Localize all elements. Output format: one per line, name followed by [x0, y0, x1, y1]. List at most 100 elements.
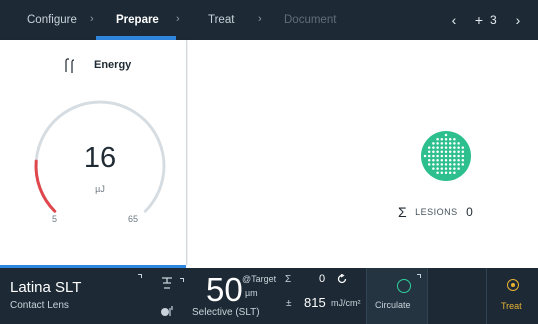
- pattern-spot: [432, 150, 435, 154]
- pattern-spot: [440, 171, 444, 175]
- spot-size-value: 50: [206, 271, 243, 308]
- pattern-spot: [448, 146, 452, 149]
- pattern-spot: [448, 150, 452, 154]
- lens-name: Latina SLT: [10, 279, 82, 296]
- energy-max: 65: [128, 214, 139, 224]
- target-icon: [507, 279, 519, 291]
- pattern-spot: [457, 142, 460, 145]
- lens-subtitle: Contact Lens: [10, 300, 69, 311]
- energy-gauge-icon: [65, 58, 75, 73]
- pattern-spot: [448, 158, 452, 162]
- pattern-spot: [453, 142, 456, 145]
- pattern-spot: [444, 150, 448, 154]
- pattern-spot: [461, 146, 465, 149]
- reset-icon[interactable]: [337, 274, 347, 284]
- corner-icon: [417, 274, 421, 278]
- pattern-spot: [440, 154, 444, 158]
- pattern-spot: [448, 142, 452, 145]
- pattern-spot: [457, 167, 460, 170]
- pattern-spot: [432, 146, 435, 149]
- lens-selector[interactable]: Latina SLT Contact Lens: [0, 268, 150, 324]
- pattern-spot: [440, 137, 444, 141]
- sigma-icon: Σ: [398, 203, 407, 220]
- spot-size-icon[interactable]: [160, 276, 174, 290]
- pattern-spot: [448, 137, 452, 141]
- energy-title: Energy: [94, 59, 132, 71]
- pattern-spot: [432, 142, 435, 145]
- pattern-spot: [461, 163, 465, 166]
- pattern-spot: [436, 171, 439, 175]
- pattern-spot: [427, 163, 431, 166]
- crosshair-icon: +: [474, 12, 484, 28]
- pattern-spot: [457, 146, 460, 149]
- pattern-spot: [448, 171, 452, 175]
- pattern-spot: [453, 163, 456, 166]
- spot-size-unit: µm: [245, 288, 258, 298]
- empty-slot: [427, 268, 486, 324]
- pattern-spot: [440, 158, 444, 162]
- pattern-spot: [453, 146, 456, 149]
- step-treat[interactable]: Treat: [208, 0, 234, 40]
- pattern-spot: [444, 158, 448, 162]
- pattern-spot: [440, 163, 444, 166]
- pattern-spot: [444, 154, 448, 158]
- fluence-unit: mJ/cm²: [331, 298, 361, 308]
- circulate-button[interactable]: Circulate: [366, 268, 427, 324]
- pattern-spot: [444, 163, 448, 166]
- pattern-spot: [453, 154, 456, 158]
- plus-minus-icon: ±: [286, 298, 292, 309]
- workflow-nav: Configure › Prepare › Treat › Document ‹…: [0, 0, 538, 40]
- pattern-spot: [444, 167, 448, 170]
- prev-button[interactable]: ‹: [446, 0, 462, 40]
- pattern-spot: [444, 137, 448, 141]
- shot-count: 0: [319, 273, 326, 285]
- pattern-spot: [461, 154, 465, 158]
- pattern-spot: [444, 146, 448, 149]
- pattern-spot: [457, 154, 460, 158]
- circle-icon: [397, 279, 411, 293]
- treat-button[interactable]: Treat: [486, 268, 538, 324]
- pattern-spot: [448, 167, 452, 170]
- pattern-spot: [436, 146, 439, 149]
- pattern-spot: [440, 150, 444, 154]
- treat-label: Treat: [501, 301, 522, 311]
- step-configure[interactable]: Configure: [27, 0, 77, 40]
- step-separator: ›: [90, 13, 94, 25]
- aiming-beam-icon[interactable]: [160, 304, 174, 318]
- step-separator: ›: [258, 13, 262, 25]
- energy-value: 16: [83, 142, 117, 174]
- pattern-spot: [427, 146, 431, 149]
- pattern-spot: [453, 150, 456, 154]
- spot-pattern-icon: [421, 131, 471, 181]
- pattern-spot: [453, 167, 456, 170]
- lesions-count: 0: [466, 204, 473, 219]
- pattern-spot: [427, 150, 431, 154]
- pattern-spot: [457, 158, 460, 162]
- step-separator: ›: [176, 13, 180, 25]
- energy-panel[interactable]: Energy 16 µJ 5 65: [0, 40, 187, 265]
- pattern-spot: [448, 154, 452, 158]
- pattern-spot: [432, 167, 435, 170]
- pattern-spot: [432, 163, 435, 166]
- pattern-spot: [448, 163, 452, 166]
- pattern-spot: [436, 167, 439, 170]
- pattern-spot: [436, 137, 439, 141]
- pattern-spot: [436, 150, 439, 154]
- step-document[interactable]: Document: [284, 0, 336, 40]
- pattern-spot: [461, 150, 465, 154]
- corner-icon: [138, 274, 142, 278]
- next-button[interactable]: ›: [510, 0, 526, 40]
- at-target-label: @Target: [242, 274, 277, 284]
- target-dot: [511, 283, 515, 287]
- pattern-spot: [440, 167, 444, 170]
- treatment-view[interactable]: Σ LESIONS 0: [188, 40, 538, 265]
- pattern-spot: [444, 142, 448, 145]
- pattern-spot: [457, 163, 460, 166]
- status-bar: Latina SLT Contact Lens 50 @Target µm Se…: [0, 268, 538, 324]
- pattern-spot: [436, 154, 439, 158]
- pattern-spot: [453, 158, 456, 162]
- pattern-spot: [440, 142, 444, 145]
- pattern-spot: [453, 171, 456, 175]
- energy-min: 5: [52, 214, 58, 224]
- step-prepare[interactable]: Prepare: [116, 0, 159, 40]
